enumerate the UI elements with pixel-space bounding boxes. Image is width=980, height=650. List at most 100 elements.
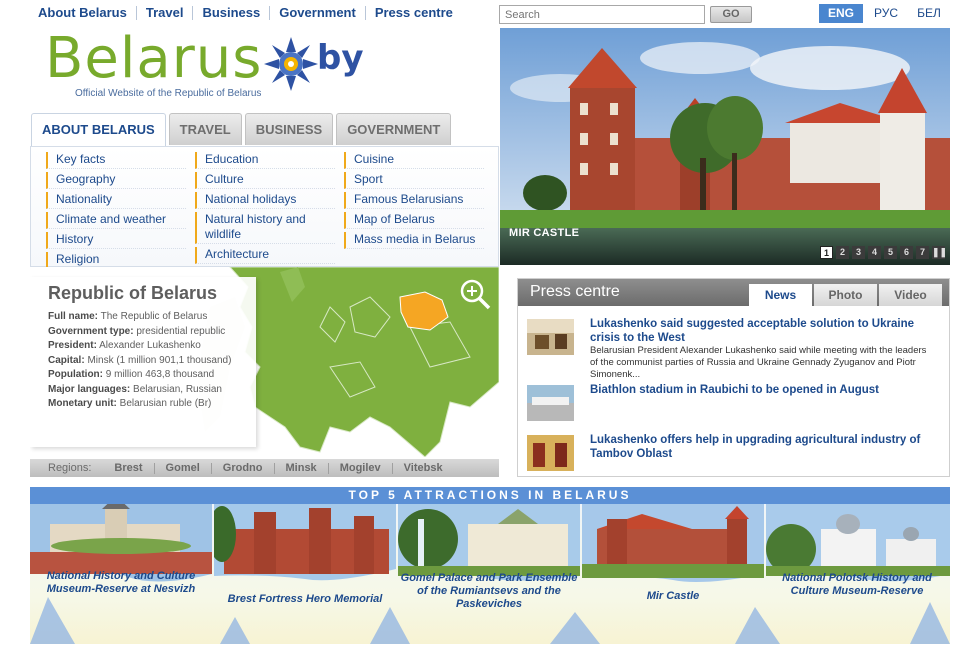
hero-page-6[interactable]: 6 bbox=[900, 246, 913, 259]
zoom-in-icon[interactable] bbox=[458, 277, 492, 311]
topnav-about-belarus[interactable]: About Belarus bbox=[30, 6, 136, 20]
info-key: Government type: bbox=[48, 325, 134, 337]
topnav-business[interactable]: Business bbox=[192, 6, 269, 20]
attraction-card[interactable]: National Polotsk History and Culture Mus… bbox=[766, 504, 950, 644]
attraction-label: Mir Castle bbox=[646, 590, 700, 602]
region-grodno[interactable]: Grodno bbox=[210, 462, 274, 474]
link-geography[interactable]: Geography bbox=[46, 172, 186, 189]
tab-about-belarus[interactable]: ABOUT BELARUS bbox=[31, 113, 166, 147]
hero-page-2[interactable]: 2 bbox=[836, 246, 849, 259]
region-minsk[interactable]: Minsk bbox=[273, 462, 328, 474]
section-tabs: ABOUT BELARUS TRAVEL BUSINESS GOVERNMENT bbox=[31, 113, 454, 147]
lang-rus[interactable]: РУС bbox=[866, 4, 906, 23]
region-mogilev[interactable]: Mogilev bbox=[327, 462, 392, 474]
link-key-facts[interactable]: Key facts bbox=[46, 152, 186, 169]
tab-photo[interactable]: Photo bbox=[814, 284, 877, 306]
link-national-holidays[interactable]: National holidays bbox=[195, 192, 335, 209]
link-natural-history[interactable]: Natural history and wildlife bbox=[195, 212, 335, 244]
site-logo[interactable]: Belarus by Official Website of the Repub… bbox=[45, 26, 364, 102]
news-headline[interactable]: Biathlon stadium in Raubichi to be opene… bbox=[590, 383, 930, 397]
tab-video[interactable]: Video bbox=[879, 284, 942, 306]
link-history[interactable]: History bbox=[46, 232, 186, 249]
press-centre-title: Press centre bbox=[530, 283, 620, 300]
hero-page-3[interactable]: 3 bbox=[852, 246, 865, 259]
info-key: President: bbox=[48, 340, 97, 351]
tab-travel[interactable]: TRAVEL bbox=[168, 113, 242, 145]
link-famous-belarusians[interactable]: Famous Belarusians bbox=[344, 192, 484, 209]
hero-page-5[interactable]: 5 bbox=[884, 246, 897, 259]
region-gomel[interactable]: Gomel bbox=[153, 462, 211, 474]
search-go-button[interactable]: GO bbox=[710, 6, 752, 23]
regions-label: Regions: bbox=[48, 462, 92, 474]
news-thumbnail[interactable] bbox=[527, 435, 574, 471]
attraction-card[interactable]: Brest Fortress Hero Memorial bbox=[214, 504, 396, 644]
attraction-card[interactable]: National History and Culture Museum-Rese… bbox=[30, 504, 212, 644]
info-value: presidential republic bbox=[133, 325, 226, 337]
link-culture[interactable]: Culture bbox=[195, 172, 335, 189]
region-brest[interactable]: Brest bbox=[103, 462, 153, 474]
tab-government[interactable]: GOVERNMENT bbox=[336, 113, 452, 145]
info-row: Population: 9 million 463,8 thousand bbox=[48, 368, 256, 383]
links-column-3: Cuisine Sport Famous Belarusians Map of … bbox=[344, 152, 484, 252]
lang-eng[interactable]: ENG bbox=[819, 4, 863, 23]
region-vitebsk[interactable]: Vitebsk bbox=[391, 462, 454, 474]
topnav-travel[interactable]: Travel bbox=[135, 6, 193, 20]
hero-page-7[interactable]: 7 bbox=[916, 246, 929, 259]
link-nationality[interactable]: Nationality bbox=[46, 192, 186, 209]
attraction-label: Gomel Palace and Park Ensemble of the Ru… bbox=[400, 572, 578, 610]
hero-pager: 1 2 3 4 5 6 7 ❚❚ bbox=[817, 246, 947, 259]
info-key: Monetary unit: bbox=[48, 398, 117, 409]
hero-caption: MIR CASTLE bbox=[509, 227, 580, 239]
hero-page-1[interactable]: 1 bbox=[820, 246, 833, 259]
attraction-image-mir-castle bbox=[582, 504, 764, 582]
logo-wordmark: Belarus bbox=[45, 26, 263, 91]
info-row: President: Alexander Lukashenko bbox=[48, 339, 256, 354]
about-links-panel: Key facts Geography Nationality Climate … bbox=[30, 146, 499, 269]
info-row: Major languages: Belarusian, Russian bbox=[48, 383, 256, 398]
top-navigation: About Belarus Travel Business Government… bbox=[30, 3, 462, 23]
language-switcher: ENG РУС БЕЛ bbox=[819, 4, 952, 23]
info-key: Major languages: bbox=[48, 383, 131, 395]
tab-news[interactable]: News bbox=[749, 284, 812, 306]
tab-business[interactable]: BUSINESS bbox=[244, 113, 334, 145]
press-centre-panel: Press centre News Photo Video Lukashenko… bbox=[517, 278, 950, 477]
news-excerpt: Belarusian President Alexander Lukashenk… bbox=[590, 345, 927, 380]
info-key: Capital: bbox=[48, 354, 85, 366]
hero-slideshow[interactable]: MIR CASTLE 1 2 3 4 5 6 7 ❚❚ bbox=[500, 28, 950, 265]
attraction-card[interactable]: Mir Castle bbox=[582, 504, 764, 644]
info-value: The Republic of Belarus bbox=[98, 311, 208, 322]
cornflower-logo-icon bbox=[264, 37, 318, 91]
pause-icon[interactable]: ❚❚ bbox=[932, 246, 947, 259]
link-climate[interactable]: Climate and weather bbox=[46, 212, 186, 229]
search-input[interactable] bbox=[499, 5, 705, 24]
news-thumbnail[interactable] bbox=[527, 319, 574, 355]
attraction-card[interactable]: Gomel Palace and Park Ensemble of the Ru… bbox=[398, 504, 580, 644]
country-title: Republic of Belarus bbox=[48, 283, 218, 303]
link-education[interactable]: Education bbox=[195, 152, 335, 169]
info-key: Full name: bbox=[48, 311, 99, 322]
info-row: Capital: Minsk (1 million 901,1 thousand… bbox=[48, 354, 256, 369]
links-column-2: Education Culture National holidays Natu… bbox=[195, 152, 335, 267]
info-value: Belarusian ruble (Br) bbox=[116, 398, 212, 409]
link-cuisine[interactable]: Cuisine bbox=[344, 152, 484, 169]
top-attractions-banner: TOP 5 ATTRACTIONS IN BELARUS National Hi… bbox=[30, 487, 950, 644]
news-headline[interactable]: Lukashenko offers help in upgrading agri… bbox=[590, 433, 930, 461]
europe-map[interactable]: Republic of Belarus Full name: The Repub… bbox=[30, 267, 499, 457]
link-sport[interactable]: Sport bbox=[344, 172, 484, 189]
lang-bel[interactable]: БЕЛ bbox=[909, 4, 949, 23]
attraction-label: National History and Culture Museum-Rese… bbox=[46, 570, 196, 595]
info-row: Government type: presidential republic bbox=[48, 325, 256, 340]
info-value: Alexander Lukashenko bbox=[96, 340, 201, 351]
regions-bar: Regions: Brest Gomel Grodno Minsk Mogile… bbox=[30, 459, 499, 477]
topnav-government[interactable]: Government bbox=[269, 6, 365, 20]
topnav-press-centre[interactable]: Press centre bbox=[364, 6, 462, 20]
link-map-of-belarus[interactable]: Map of Belarus bbox=[344, 212, 484, 229]
press-tabs: News Photo Video bbox=[749, 284, 944, 306]
hero-page-4[interactable]: 4 bbox=[868, 246, 881, 259]
news-thumbnail[interactable] bbox=[527, 385, 574, 421]
link-mass-media[interactable]: Mass media in Belarus bbox=[344, 232, 484, 249]
logo-subtitle: Official Website of the Republic of Bela… bbox=[75, 88, 262, 99]
link-architecture[interactable]: Architecture bbox=[195, 247, 335, 264]
info-row: Full name: The Republic of Belarus bbox=[48, 310, 256, 325]
news-headline[interactable]: Lukashenko said suggested acceptable sol… bbox=[590, 317, 930, 345]
